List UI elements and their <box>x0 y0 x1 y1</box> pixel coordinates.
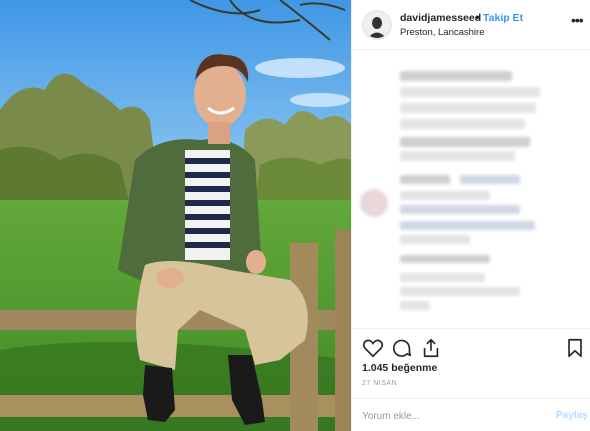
location-link[interactable]: Preston, Lancashire <box>400 27 485 38</box>
comment-input[interactable] <box>362 407 542 425</box>
more-options-icon[interactable]: ••• <box>571 12 584 28</box>
post-photo[interactable] <box>0 0 351 431</box>
post-side-panel: davidjamesseed • Takip Et Preston, Lanca… <box>351 0 590 431</box>
comment-form: Paylaş <box>352 398 590 431</box>
separator-dot: • <box>476 12 480 24</box>
like-count[interactable]: 1.045 beğenme <box>362 362 437 374</box>
avatar[interactable] <box>362 10 392 40</box>
avatar-image <box>364 12 390 38</box>
post-image <box>0 0 351 431</box>
post-actions-bar <box>352 328 590 364</box>
heart-icon[interactable] <box>362 337 384 359</box>
follow-button[interactable]: Takip Et <box>483 12 523 24</box>
post-date[interactable]: 27 NİSAN <box>362 380 397 387</box>
bookmark-icon[interactable] <box>564 337 586 359</box>
comment-icon[interactable] <box>391 337 413 359</box>
post-comment-button[interactable]: Paylaş <box>556 410 588 421</box>
share-icon[interactable] <box>420 337 442 359</box>
username-link[interactable]: davidjamesseed <box>400 12 481 24</box>
post-header: davidjamesseed • Takip Et Preston, Lanca… <box>352 0 590 50</box>
comments-area <box>352 51 590 326</box>
instagram-post-modal: davidjamesseed • Takip Et Preston, Lanca… <box>0 0 590 431</box>
